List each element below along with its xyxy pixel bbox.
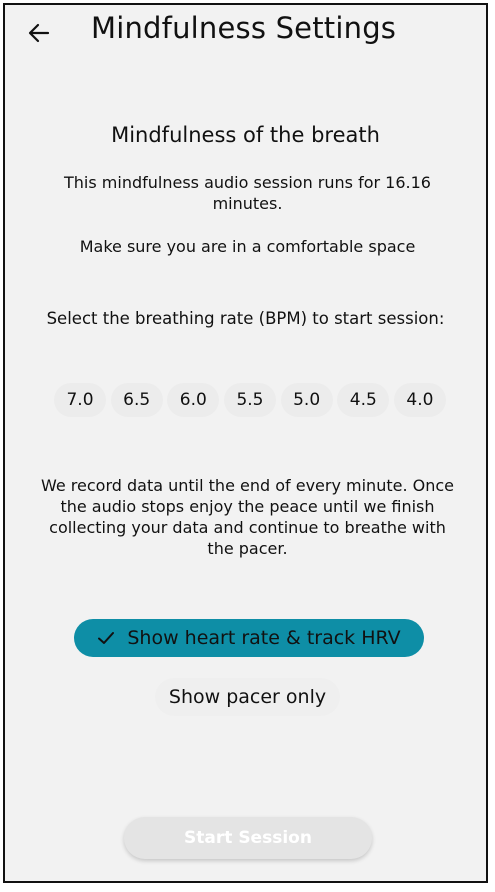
page-title: Mindfulness Settings bbox=[91, 11, 397, 45]
mode-pacer-only[interactable]: Show pacer only bbox=[155, 678, 340, 716]
header-bar: Mindfulness Settings bbox=[5, 5, 486, 65]
bpm-option-6-0[interactable]: 6.0 bbox=[167, 383, 220, 417]
bpm-options: 7.0 6.5 6.0 5.5 5.0 4.5 4.0 bbox=[54, 383, 446, 419]
start-session-button[interactable]: Start Session bbox=[124, 817, 372, 859]
mode-heart-rate-hrv[interactable]: Show heart rate & track HRV bbox=[74, 619, 424, 657]
bpm-option-5-0[interactable]: 5.0 bbox=[280, 383, 333, 417]
mode-pacer-only-label: Show pacer only bbox=[168, 686, 327, 708]
bpm-option-6-5[interactable]: 6.5 bbox=[110, 383, 163, 417]
arrow-left-icon bbox=[28, 23, 50, 43]
checkmark-icon bbox=[98, 632, 115, 644]
back-button[interactable] bbox=[23, 17, 55, 49]
bpm-option-4-5[interactable]: 4.5 bbox=[337, 383, 390, 417]
mode-heart-rate-hrv-label: Show heart rate & track HRV bbox=[127, 627, 401, 649]
data-collection-info: We record data until the end of every mi… bbox=[40, 476, 454, 558]
bpm-option-4-0[interactable]: 4.0 bbox=[393, 383, 446, 417]
comfort-text: Make sure you are in a comfortable space bbox=[79, 237, 416, 256]
session-title: Mindfulness of the breath bbox=[111, 123, 380, 147]
session-duration-text: This mindfulness audio session runs for … bbox=[64, 173, 431, 213]
bpm-option-7-0[interactable]: 7.0 bbox=[54, 383, 106, 417]
bpm-select-label: Select the breathing rate (BPM) to start… bbox=[46, 309, 445, 328]
app-screen: Mindfulness Settings Mindfulness of the … bbox=[3, 3, 488, 883]
bpm-option-5-5[interactable]: 5.5 bbox=[223, 383, 276, 417]
